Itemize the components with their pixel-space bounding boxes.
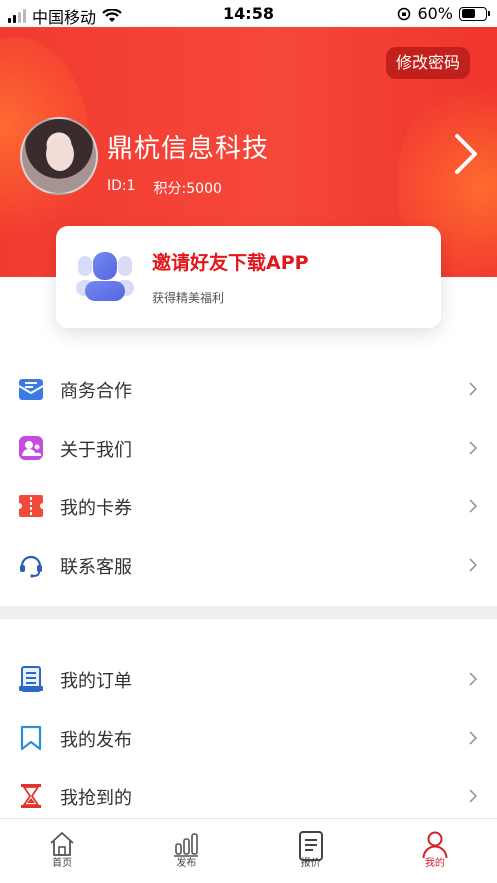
menu-label-my-posts: 我的发布 <box>60 729 132 751</box>
profile-chevron-right-icon[interactable] <box>453 132 479 176</box>
status-right: 60% <box>397 4 490 23</box>
invite-subtitle: 获得精美福利 <box>152 291 225 305</box>
chevron-right-icon <box>469 557 478 572</box>
menu-label-business-cooperation: 商务合作 <box>60 381 132 402</box>
menu-item-about-us[interactable]: 关于我们 <box>0 419 497 478</box>
chevron-right-icon <box>469 382 478 396</box>
tab-quote-label: 报价 <box>300 858 321 869</box>
profile-meta: ID:1 积分:5000 <box>107 178 222 198</box>
menu-group-orders: 我的订单 我的发布 我抢到的 <box>0 650 497 826</box>
menu-label-my-coupons: 我的卡券 <box>60 498 132 519</box>
menu-item-my-orders[interactable]: 我的订单 <box>0 650 497 709</box>
bottom-tab-bar: 首页 发布 报价 我的 <box>0 818 497 883</box>
coupon-icon <box>18 495 44 517</box>
menu-item-my-posts[interactable]: 我的发布 <box>0 709 497 768</box>
change-password-button[interactable]: 修改密码 <box>385 47 470 79</box>
menu-group-services: 商务合作 关于我们 我的卡券 联系客服 <box>0 360 497 594</box>
avatar[interactable] <box>20 117 98 195</box>
chevron-right-icon <box>469 672 478 686</box>
hourglass-icon <box>21 784 41 808</box>
section-divider <box>0 606 497 619</box>
tab-quote[interactable]: 报价 <box>249 819 373 883</box>
headset-icon <box>20 555 42 578</box>
menu-label-about-us: 关于我们 <box>60 439 132 461</box>
menu-label-my-orders: 我的订单 <box>60 671 132 692</box>
menu-item-my-grabs[interactable]: 我抢到的 <box>0 767 497 826</box>
chevron-right-icon <box>469 789 478 803</box>
menu-item-my-coupons[interactable]: 我的卡券 <box>0 477 497 536</box>
orientation-lock-icon <box>398 7 411 20</box>
tab-mine-label: 我的 <box>424 858 445 869</box>
chevron-right-icon <box>469 730 478 745</box>
user-id: ID:1 <box>107 178 136 194</box>
invite-friends-card[interactable]: 邀请好友下载APP 获得精美福利 <box>56 226 441 328</box>
chevron-right-icon <box>469 440 478 455</box>
bookmark-icon <box>20 725 42 750</box>
user-points: 积分:5000 <box>153 181 222 197</box>
chevron-right-icon <box>469 499 478 513</box>
menu-label-contact-service: 联系客服 <box>60 556 132 578</box>
business-cooperation-icon <box>18 379 44 400</box>
menu-label-my-grabs: 我抢到的 <box>60 788 132 809</box>
tab-publish-label: 发布 <box>176 858 197 869</box>
tab-home-label: 首页 <box>52 858 73 869</box>
tab-publish[interactable]: 发布 <box>124 819 248 883</box>
invite-title: 邀请好友下载APP <box>152 252 309 274</box>
tab-home[interactable]: 首页 <box>0 819 124 883</box>
menu-item-business-cooperation[interactable]: 商务合作 <box>0 360 497 419</box>
order-list-icon <box>19 666 43 692</box>
status-bar: 中国移动 14:58 60% <box>0 0 497 27</box>
battery-percent: 60% <box>417 4 453 23</box>
menu-item-contact-service[interactable]: 联系客服 <box>0 536 497 595</box>
tab-mine[interactable]: 我的 <box>373 819 497 883</box>
battery-icon <box>459 6 490 21</box>
invite-users-icon <box>76 252 134 301</box>
company-name: 鼎杭信息科技 <box>107 134 270 164</box>
about-us-icon <box>19 435 43 460</box>
